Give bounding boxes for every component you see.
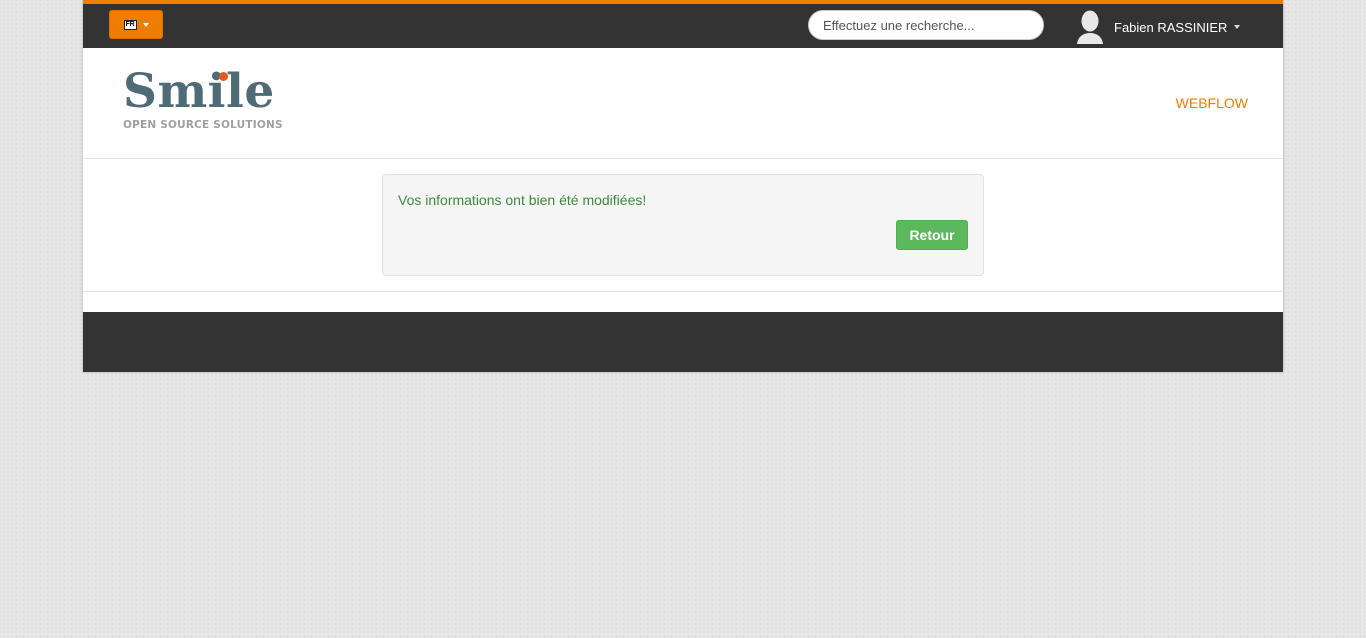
success-message: Vos informations ont bien été modifiées!	[398, 192, 647, 208]
search-input[interactable]	[808, 10, 1044, 40]
user-name: Fabien RASSINIER	[1114, 19, 1228, 35]
top-bar: FR Fabien RASSINIER	[83, 0, 1283, 48]
success-message-panel: Vos informations ont bien été modifiées!…	[382, 174, 984, 276]
user-avatar-icon	[1077, 10, 1103, 44]
retour-button[interactable]: Retour	[896, 220, 968, 250]
site-header: Smile OPEN SOURCE SOLUTIONS WEBFLOW	[83, 48, 1283, 159]
smile-logo[interactable]: Smile OPEN SOURCE SOLUTIONS	[123, 64, 288, 132]
page-container: FR Fabien RASSINIER Smile OPEN SOURCE SO…	[83, 0, 1283, 372]
footer	[83, 312, 1283, 372]
logo-tagline: OPEN SOURCE SOLUTIONS	[123, 119, 283, 131]
logo-wordmark: Smile	[123, 64, 275, 119]
logo-dot	[219, 72, 228, 81]
language-selector-button[interactable]: FR	[109, 10, 163, 39]
caret-down-icon	[1234, 25, 1241, 29]
flag-icon: FR	[123, 19, 137, 30]
nav-link-webflow[interactable]: WEBFLOW	[1176, 95, 1248, 111]
user-menu[interactable]: Fabien RASSINIER	[1075, 10, 1241, 44]
caret-down-icon	[142, 22, 149, 27]
main-content: Vos informations ont bien été modifiées!…	[83, 159, 1283, 292]
